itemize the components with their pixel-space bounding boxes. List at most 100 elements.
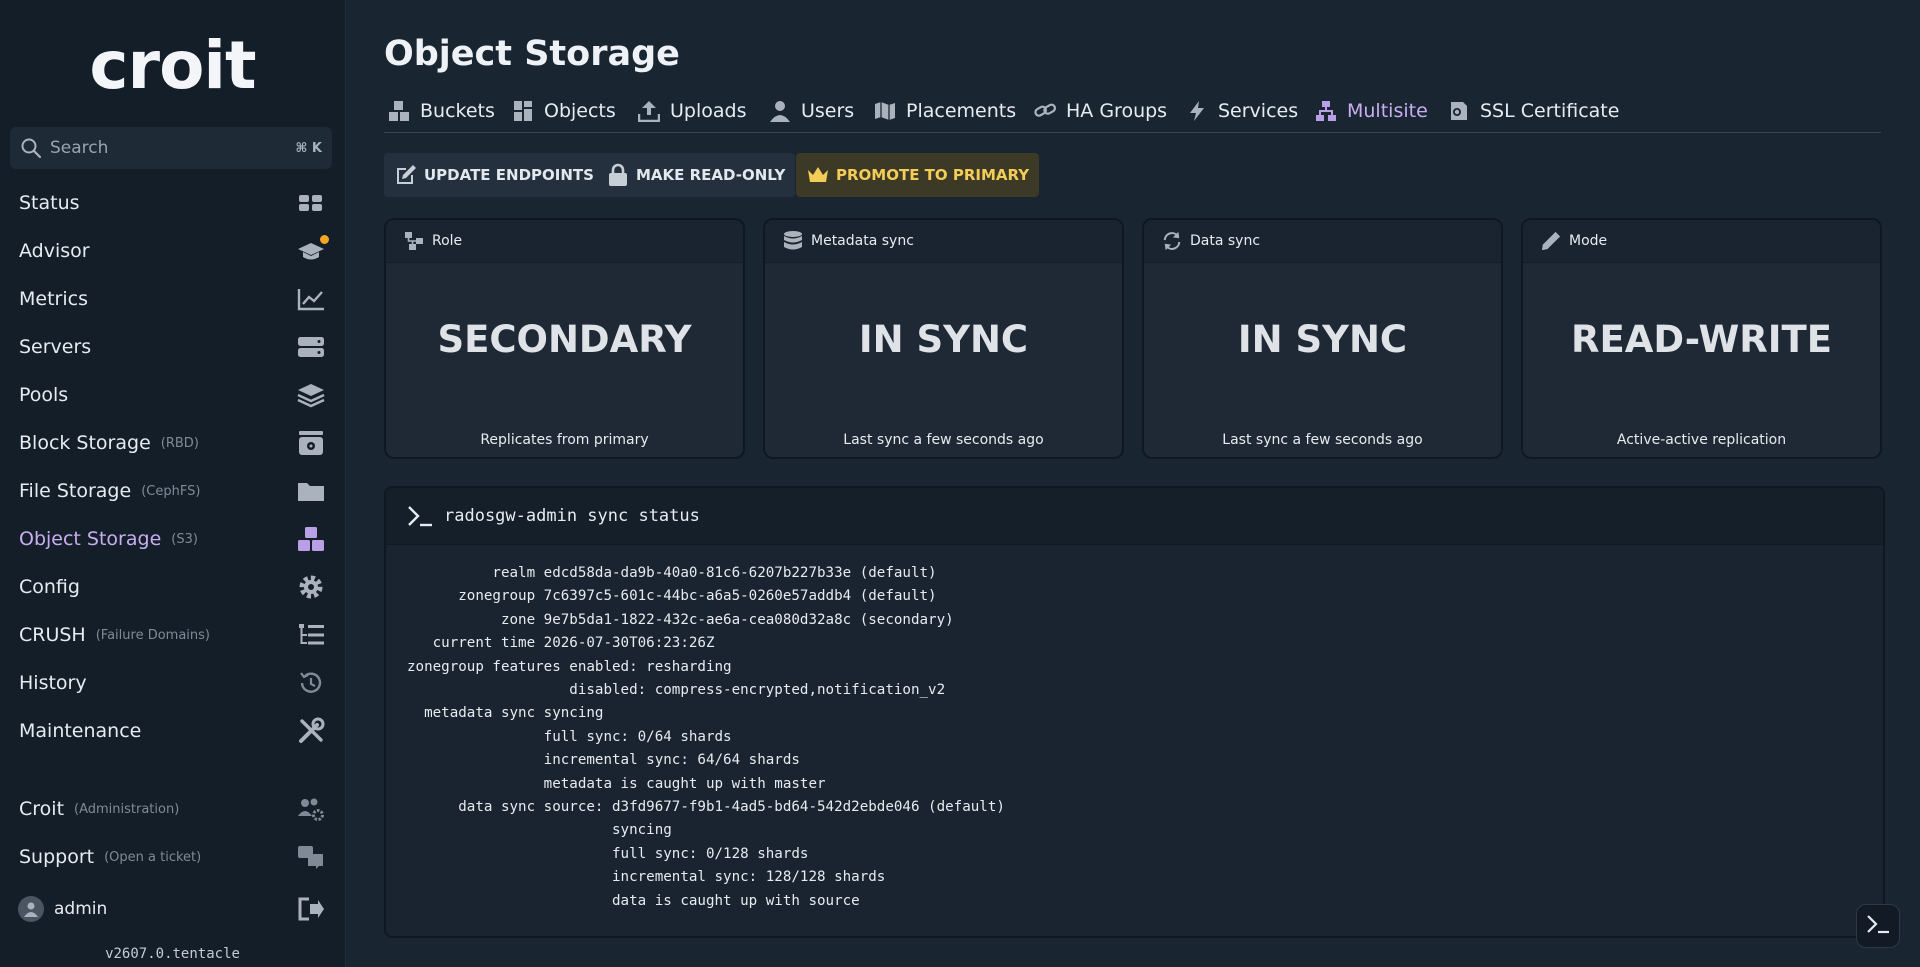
card-label: Metadata sync — [811, 233, 914, 249]
tab-ssl-certificate[interactable]: SSL Certificate — [1448, 94, 1619, 128]
database-icon — [783, 231, 803, 251]
update-endpoints-button[interactable]: UPDATE ENDPOINTS — [384, 153, 604, 197]
sidebar: croit Search ⌘ K Status Advisor Metrics … — [0, 0, 346, 967]
tab-objects[interactable]: Objects — [512, 94, 616, 128]
sidebar-item-label: CRUSH — [19, 624, 86, 646]
logout-icon[interactable] — [297, 896, 325, 922]
sidebar-item-block-storage[interactable]: Block Storage (RBD) — [0, 421, 345, 465]
pencil-icon — [1541, 231, 1561, 251]
sidebar-item-sub: (Administration) — [74, 801, 180, 817]
sidebar-item-metrics[interactable]: Metrics — [0, 277, 345, 321]
search-input[interactable]: Search — [50, 138, 295, 158]
sidebar-item-label: Servers — [19, 336, 92, 358]
mode-card: Mode READ-WRITE Active-active replicatio… — [1521, 218, 1882, 459]
terminal-icon — [406, 504, 434, 528]
sidebar-item-sub: (RBD) — [160, 435, 199, 451]
history-icon — [297, 670, 325, 696]
username: admin — [54, 899, 108, 919]
open-terminal-button[interactable] — [1856, 904, 1900, 948]
sidebar-item-history[interactable]: History — [0, 661, 345, 705]
sidebar-item-croit[interactable]: Croit (Administration) — [0, 787, 345, 831]
promote-to-primary-button[interactable]: PROMOTE TO PRIMARY — [796, 153, 1040, 197]
mode-value: READ-WRITE — [1570, 318, 1833, 361]
sidebar-item-crush[interactable]: CRUSH (Failure Domains) — [0, 613, 345, 657]
disk-icon — [297, 430, 325, 456]
objects-icon — [512, 100, 534, 122]
sidebar-item-maintenance[interactable]: Maintenance — [0, 709, 345, 753]
croit-logo[interactable]: croit — [0, 30, 345, 102]
user-menu[interactable]: admin — [18, 896, 107, 922]
sidebar-item-config[interactable]: Config — [0, 565, 345, 609]
role-note: Replicates from primary — [480, 432, 649, 448]
data-sync-card: Data sync IN SYNC Last sync a few second… — [1142, 218, 1503, 459]
server-icon — [297, 334, 325, 360]
card-label: Data sync — [1190, 233, 1261, 249]
sidebar-item-object-storage[interactable]: Object Storage (S3) — [0, 517, 345, 561]
search-icon — [20, 137, 42, 159]
tab-bar: Buckets Objects Uploads Users Placements… — [384, 92, 1881, 133]
sidebar-item-label: History — [19, 672, 87, 694]
sidebar-item-label: Support — [19, 846, 95, 868]
tools-icon — [297, 717, 325, 744]
tab-placements[interactable]: Placements — [874, 94, 1016, 128]
sitemap-icon — [1315, 100, 1337, 122]
sidebar-item-servers[interactable]: Servers — [0, 325, 345, 369]
terminal-icon — [1865, 913, 1891, 939]
terminal-header: radosgw-admin sync status — [386, 488, 1883, 545]
user-icon — [769, 100, 791, 122]
sidebar-item-file-storage[interactable]: File Storage (CephFS) — [0, 469, 345, 513]
gear-icon — [297, 574, 325, 600]
bucket-icon — [388, 100, 410, 122]
role-value: SECONDARY — [437, 318, 692, 361]
metadata-sync-card: Metadata sync IN SYNC Last sync a few se… — [763, 218, 1124, 459]
tab-multisite[interactable]: Multisite — [1315, 94, 1428, 128]
upload-icon — [638, 100, 660, 122]
map-icon — [874, 100, 896, 122]
dashboard-icon — [297, 190, 325, 216]
tab-buckets[interactable]: Buckets — [388, 94, 495, 128]
sidebar-item-sub: (Failure Domains) — [95, 627, 210, 643]
sidebar-item-label: Croit — [19, 798, 65, 820]
notification-dot — [320, 235, 329, 244]
tab-services[interactable]: Services — [1186, 94, 1298, 128]
terminal-panel: radosgw-admin sync status realm edcd58da… — [384, 486, 1885, 938]
tab-users[interactable]: Users — [769, 94, 854, 128]
users-gear-icon — [297, 796, 325, 822]
sidebar-item-label: Status — [19, 192, 80, 214]
sidebar-item-label: Metrics — [19, 288, 88, 310]
sidebar-item-status[interactable]: Status — [0, 181, 345, 225]
terminal-output: realm edcd58da-da9b-40a0-81c6-6207b227b3… — [407, 565, 1005, 909]
sidebar-item-label: Object Storage — [19, 528, 162, 550]
sidebar-item-advisor[interactable]: Advisor — [0, 229, 345, 273]
sidebar-item-sub: (CephFS) — [141, 483, 201, 499]
sidebar-item-label: Pools — [19, 384, 69, 406]
search-box[interactable]: Search ⌘ K — [10, 127, 332, 169]
layers-icon — [297, 382, 325, 408]
sidebar-item-sub: (S3) — [171, 531, 198, 547]
refresh-icon — [1162, 231, 1182, 251]
link-icon — [1034, 100, 1056, 122]
sitemap-icon — [404, 231, 424, 251]
sidebar-item-label: Maintenance — [19, 720, 142, 742]
sidebar-item-pools[interactable]: Pools — [0, 373, 345, 417]
data-sync-value: IN SYNC — [1237, 318, 1408, 361]
edit-icon — [394, 163, 418, 187]
role-card: Role SECONDARY Replicates from primary — [384, 218, 745, 459]
data-sync-note: Last sync a few seconds ago — [1222, 432, 1423, 448]
card-label: Mode — [1569, 233, 1608, 249]
line-chart-icon — [297, 286, 325, 312]
metadata-sync-note: Last sync a few seconds ago — [843, 432, 1044, 448]
metadata-sync-value: IN SYNC — [858, 318, 1029, 361]
sidebar-item-label: Config — [19, 576, 80, 598]
version-label: v2607.0.tentacle — [105, 946, 240, 962]
crown-icon — [806, 163, 830, 187]
make-read-only-button[interactable]: MAKE READ-ONLY — [596, 153, 796, 197]
certificate-icon — [1448, 100, 1470, 122]
sidebar-item-support[interactable]: Support (Open a ticket) — [0, 835, 345, 879]
tab-uploads[interactable]: Uploads — [638, 94, 746, 128]
sidebar-item-sub: (Open a ticket) — [104, 849, 202, 865]
tab-ha-groups[interactable]: HA Groups — [1034, 94, 1167, 128]
boxes-icon — [297, 526, 325, 552]
sidebar-item-label: Advisor — [19, 240, 90, 262]
terminal-command: radosgw-admin sync status — [444, 506, 700, 526]
